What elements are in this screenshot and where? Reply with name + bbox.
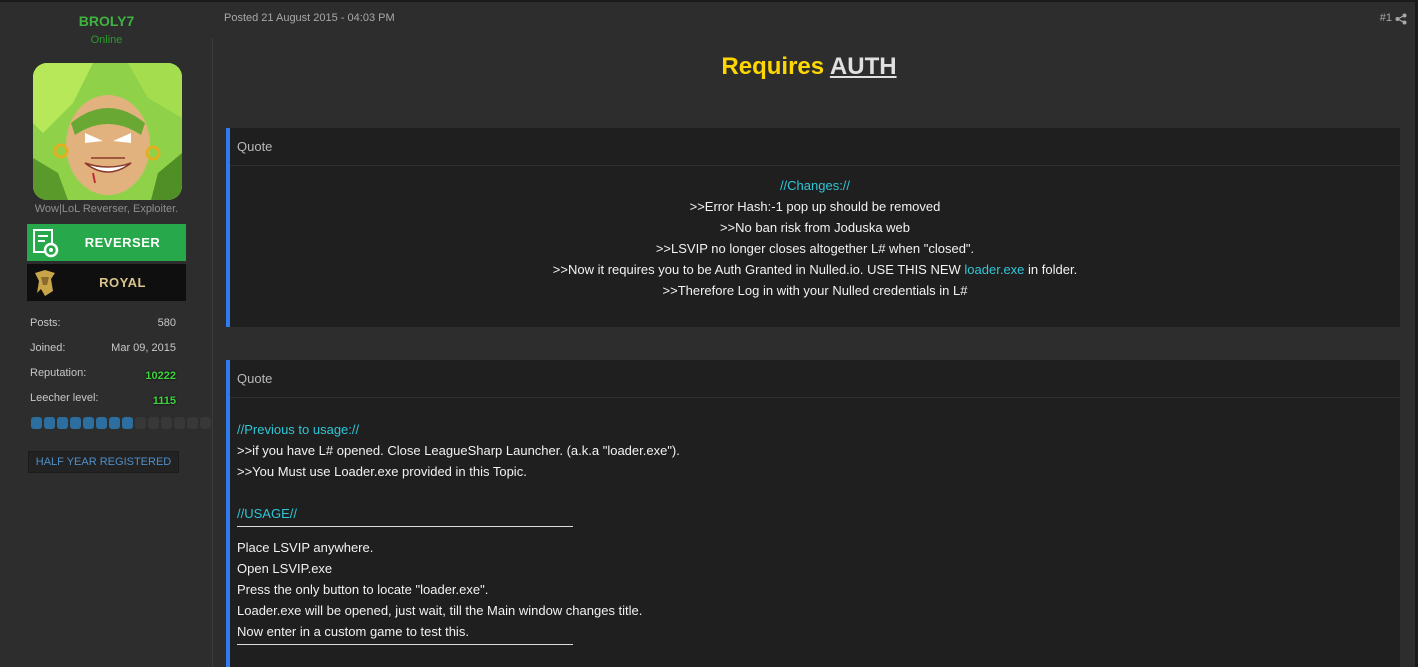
leecher-level-bar [31,417,211,429]
changes-line: >>No ban risk from Joduska web [719,220,911,235]
leecher-segment [122,417,133,429]
leecher-segment [31,417,42,429]
sidebar-divider [212,38,213,667]
leecher-segment [161,417,172,429]
reverser-gear-icon [33,229,59,258]
leecher-label: Leecher level: [30,392,99,404]
joined-value: Mar 09, 2015 [111,342,176,354]
reputation-label: Reputation: [30,367,87,379]
loader-exe-link[interactable]: loader.exe [964,262,1024,277]
leecher-segment [135,417,146,429]
avatar[interactable] [33,63,182,200]
leecher-segment [70,417,81,429]
changes-heading: //Changes:// [779,178,851,193]
usage-pre-line: >>if you have L# opened. Close LeagueSha… [237,443,680,458]
usage-heading: //USAGE// [237,506,297,521]
changes-line: >>Therefore Log in with your Nulled cred… [662,283,968,298]
author-sidebar: BROLY7 Online Wow|LoL Reverser, Exploite… [0,2,213,667]
usage-line: Press the only button to locate "loader.… [237,582,489,597]
horizontal-rule [237,644,573,645]
post-title: Requires AUTH [213,53,1405,81]
quote-label: Quote [230,360,1400,398]
horizontal-rule [237,526,573,527]
posts-label: Posts: [30,317,61,329]
royal-crest-icon [35,270,55,296]
share-icon[interactable] [1395,13,1407,25]
usage-line: Place LSVIP anywhere. [237,540,374,555]
leecher-segment [96,417,107,429]
post-title-auth: AUTH [829,53,897,80]
leecher-segment [174,417,185,429]
changes-line: >>Error Hash:-1 pop up should be removed [689,199,941,214]
quote-block-changes: Quote //Changes:// >>Error Hash:-1 pop u… [226,128,1400,327]
leecher-segment [200,417,211,429]
royal-badge: ROYAL [27,264,186,301]
post-number-link[interactable]: #1 [1380,12,1392,24]
changes-line-text: in folder. [1028,262,1078,277]
reputation-value: 10222 [145,370,176,382]
badge-label: ROYAL [99,275,146,290]
user-title: Wow|LoL Reverser, Exploiter. [34,203,179,215]
leecher-value: 1115 [152,395,176,407]
quote-block-usage: Quote //Previous to usage:// >>if you ha… [226,360,1400,667]
quote-body: //Changes:// >>Error Hash:-1 pop up shou… [230,166,1400,301]
quote-body: //Previous to usage:// >>if you have L# … [230,398,1400,645]
usage-line: Now enter in a custom game to test this. [237,624,469,639]
post-title-requires: Requires [721,53,825,80]
joined-label: Joined: [30,342,66,354]
online-status: Online [90,34,123,46]
posts-value: 580 [157,317,176,329]
post-date: Posted 21 August 2015 - 04:03 PM [224,12,395,24]
leecher-segment [57,417,68,429]
badge-label: REVERSER [84,235,161,250]
usage-line: Open LSVIP.exe [237,561,333,576]
author-username[interactable]: BROLY7 [0,13,213,29]
changes-line-auth: >>Now it requires you to be Auth Granted… [230,259,1400,280]
leecher-segment [109,417,120,429]
changes-line-text: >>Now it requires you to be Auth Granted… [552,262,961,277]
usage-pre-line: >>You Must use Loader.exe provided in th… [237,464,527,479]
leecher-segment [83,417,94,429]
leecher-segment [187,417,198,429]
previous-usage-heading: //Previous to usage:// [237,422,360,437]
leecher-segment [44,417,55,429]
quote-label: Quote [230,128,1400,166]
leecher-segment [148,417,159,429]
reverser-badge: REVERSER [27,224,186,261]
usage-line: Loader.exe will be opened, just wait, ti… [237,603,643,618]
changes-line: >>LSVIP no longer closes altogether L# w… [655,241,975,256]
avatar-image [33,63,182,200]
half-year-registered-badge: HALF YEAR REGISTERED [28,451,179,473]
